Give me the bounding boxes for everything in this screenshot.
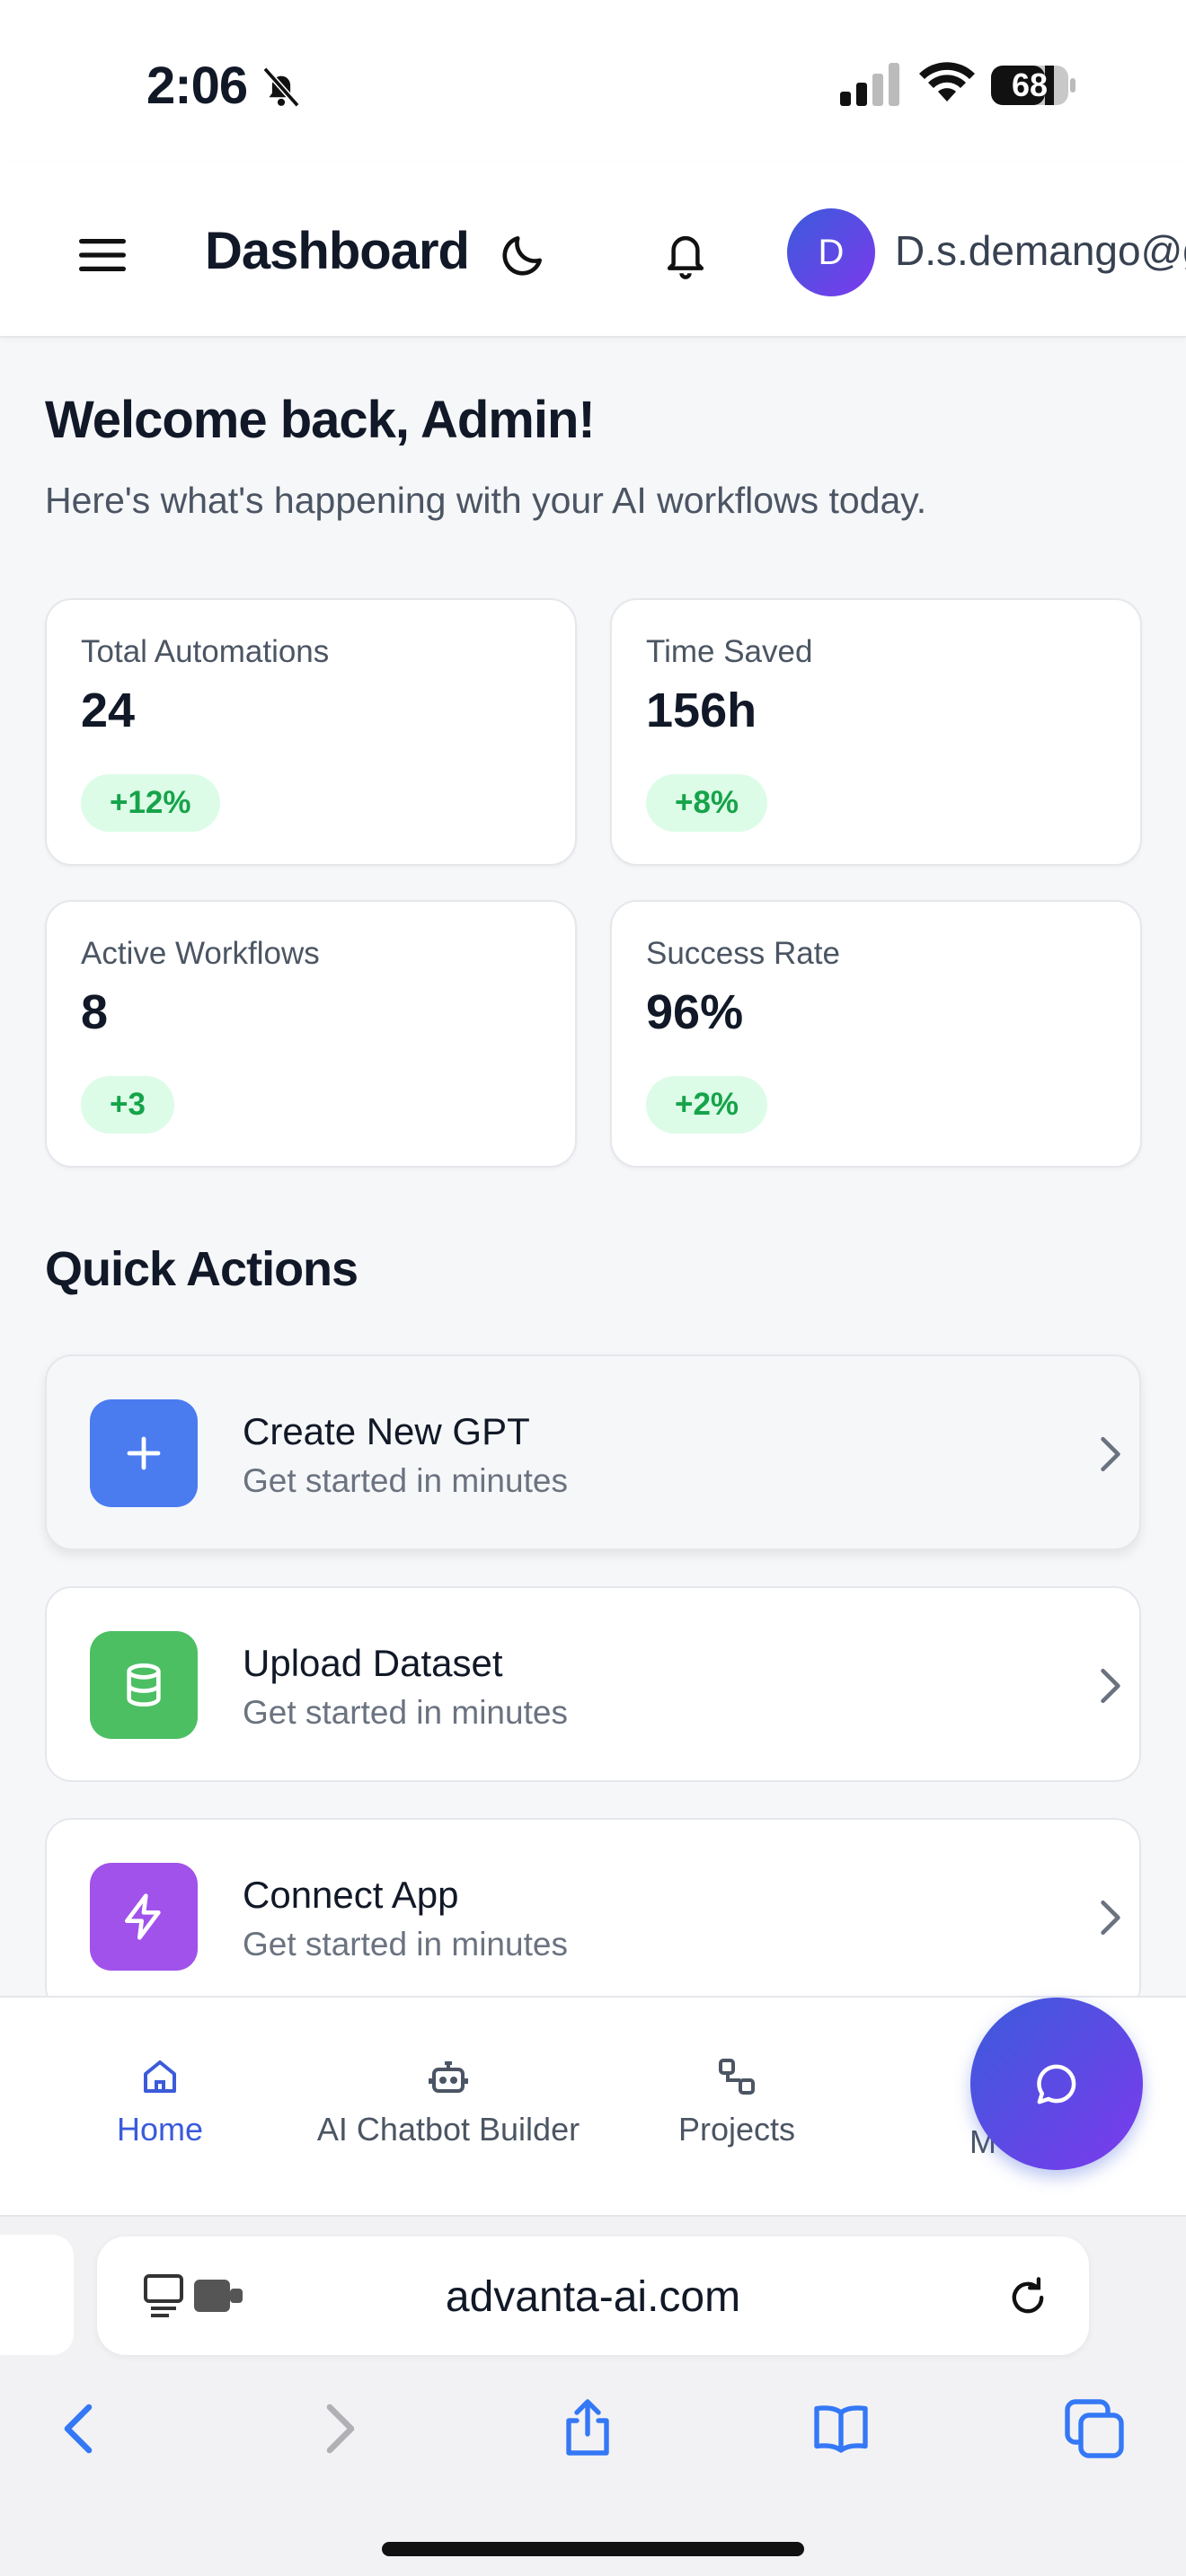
battery-level: 68	[1011, 66, 1049, 103]
tabs-icon[interactable]	[1062, 2396, 1127, 2461]
quick-action-name: Upload Dataset	[243, 1642, 503, 1684]
share-icon[interactable]	[555, 2396, 620, 2461]
previous-tab[interactable]	[0, 2235, 74, 2355]
database-icon	[90, 1631, 198, 1739]
stat-card-total-automations: Total Automations 24 +12%	[45, 598, 577, 866]
quick-action-connect-app[interactable]: Connect App Get started in minutes	[45, 1818, 1141, 1996]
stat-value: 156h	[646, 684, 757, 737]
browser-chrome: advanta-ai.com	[0, 2215, 1186, 2576]
nav-item-ai-chatbot-builder[interactable]: AI Chatbot Builder	[302, 2055, 595, 2148]
stat-label: Time Saved	[646, 634, 813, 669]
quick-action-name: Connect App	[243, 1874, 459, 1916]
menu-icon[interactable]	[79, 235, 126, 275]
status-bar: 2:06 68	[0, 0, 1186, 162]
app-header: Dashboard D D.s.demango@gr	[0, 162, 1186, 338]
bell-off-icon	[262, 66, 300, 108]
wifi-icon	[919, 62, 975, 101]
stat-card-success-rate: Success Rate 96% +2%	[610, 900, 1142, 1168]
chevron-right-icon	[1101, 1668, 1120, 1704]
user-email[interactable]: D.s.demango@gr	[895, 226, 1186, 275]
bookmarks-icon[interactable]	[809, 2396, 873, 2461]
chat-fab-button[interactable]	[970, 1998, 1143, 2170]
quick-action-desc: Get started in minutes	[243, 1926, 568, 1963]
stat-label: Active Workflows	[81, 936, 320, 971]
back-icon[interactable]	[49, 2396, 113, 2461]
stat-change-badge: +3	[81, 1076, 174, 1134]
stat-change-badge: +12%	[81, 774, 220, 832]
stat-value: 8	[81, 985, 109, 1039]
stat-change-badge: +2%	[646, 1076, 768, 1134]
stat-change-badge: +8%	[646, 774, 768, 832]
plus-icon	[90, 1399, 198, 1507]
stat-value: 96%	[646, 985, 744, 1039]
nav-item-home[interactable]: Home	[99, 2055, 221, 2148]
url-text: advanta-ai.com	[445, 2273, 741, 2321]
chevron-right-icon	[1101, 1436, 1120, 1472]
forward-icon[interactable]	[305, 2396, 370, 2461]
home-indicator	[382, 2542, 804, 2556]
stat-card-active-workflows: Active Workflows 8 +3	[45, 900, 577, 1168]
nav-label: Projects	[677, 2111, 796, 2148]
quick-action-name: Create New GPT	[243, 1410, 530, 1452]
main-content: Welcome back, Admin! Here's what's happe…	[0, 338, 1186, 1996]
reload-icon[interactable]	[1005, 2274, 1051, 2321]
address-bar[interactable]: advanta-ai.com	[97, 2236, 1089, 2355]
quick-action-desc: Get started in minutes	[243, 1694, 568, 1731]
nav-label: AI Chatbot Builder	[316, 2111, 580, 2148]
status-time: 2:06	[146, 57, 248, 115]
workflow-icon	[719, 2059, 755, 2095]
quick-action-upload-dataset[interactable]: Upload Dataset Get started in minutes	[45, 1586, 1141, 1782]
stat-label: Total Automations	[81, 634, 330, 669]
stat-value: 24	[81, 684, 136, 737]
stat-label: Success Rate	[646, 936, 840, 971]
chevron-right-icon	[1101, 1900, 1120, 1936]
stat-card-time-saved: Time Saved 156h +8%	[610, 598, 1142, 866]
avatar[interactable]: D	[787, 208, 875, 296]
bell-icon[interactable]	[661, 228, 710, 280]
nav-label: Home	[116, 2111, 204, 2148]
zap-icon	[90, 1863, 198, 1971]
chat-bubble-icon	[1037, 2064, 1076, 2104]
quick-action-create-gpt[interactable]: Create New GPT Get started in minutes	[45, 1354, 1141, 1550]
quick-action-desc: Get started in minutes	[243, 1462, 568, 1499]
battery-icon: 68	[990, 65, 1076, 106]
welcome-title: Welcome back, Admin!	[45, 391, 596, 449]
home-icon	[144, 2060, 176, 2093]
signal-icon	[840, 63, 899, 106]
moon-icon[interactable]	[498, 230, 548, 280]
quick-actions-title: Quick Actions	[45, 1242, 358, 1296]
bot-icon	[429, 2061, 468, 2093]
page-title: Dashboard	[205, 222, 470, 280]
welcome-subtitle: Here's what's happening with your AI wor…	[45, 480, 927, 521]
nav-item-projects[interactable]: Projects	[665, 2055, 809, 2148]
